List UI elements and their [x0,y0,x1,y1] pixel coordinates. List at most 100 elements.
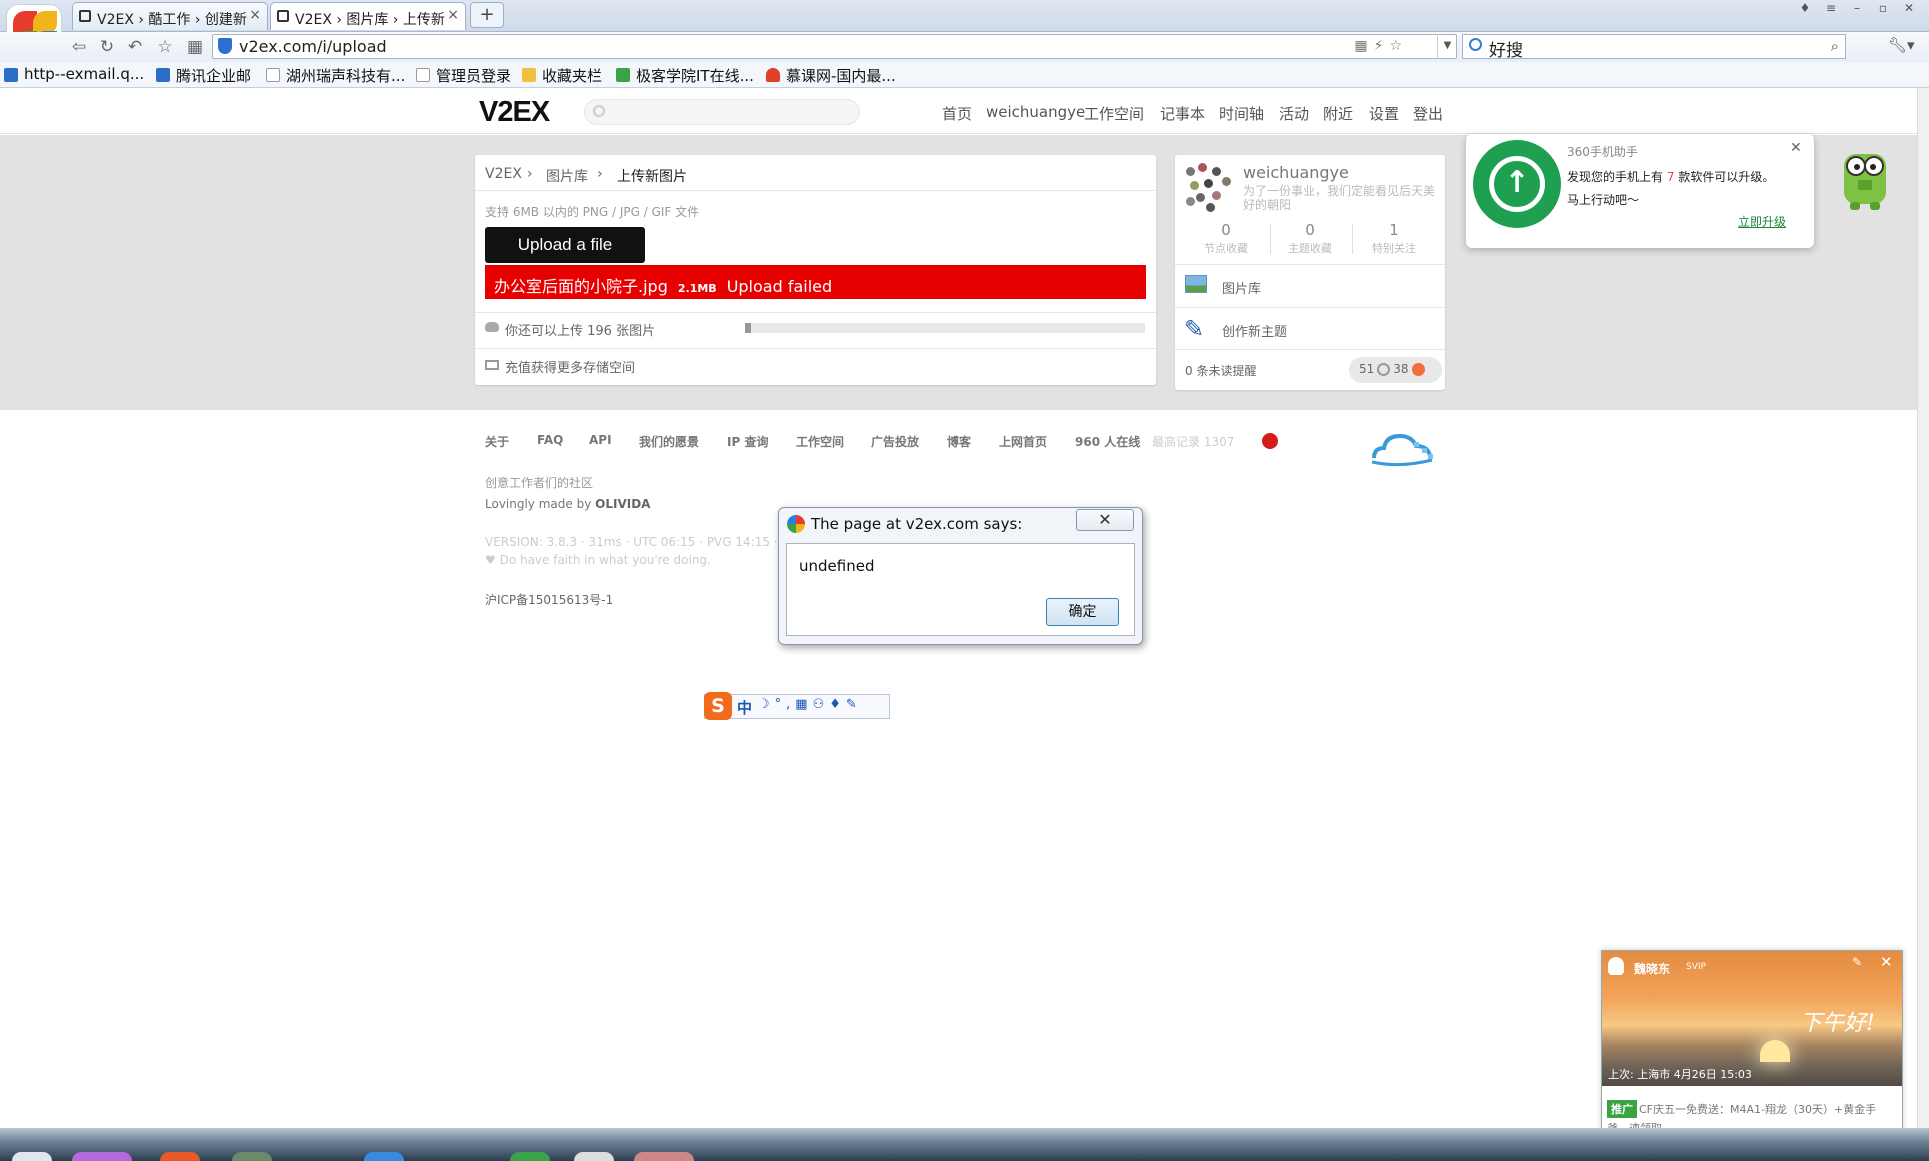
site-logo[interactable]: V2EX [479,96,550,129]
footer-icp[interactable]: 沪ICP备15015613号-1 [485,591,613,608]
close-tab-icon[interactable]: × [447,7,459,23]
maximize-icon[interactable]: ▫ [1870,0,1896,18]
address-dropdown-icon[interactable]: ▼ [1437,34,1457,59]
footer-vision[interactable]: 我们的愿景 [639,433,699,450]
search-icon[interactable]: ⌕ [1831,37,1839,55]
stat-topic-favs[interactable]: 0 [1270,221,1350,239]
page-scrollbar[interactable] [1917,88,1929,1128]
footer-workspace[interactable]: 工作空间 [796,433,844,450]
breadcrumb-section[interactable]: 图片库 [546,166,588,186]
cloud-logo-icon[interactable] [1370,428,1436,468]
footer-about[interactable]: 关于 [485,433,509,450]
close-icon[interactable]: ✕ [1790,140,1802,156]
new-tab-button[interactable]: + [470,2,504,28]
shirt-icon[interactable]: ♦ [1792,0,1818,18]
taskbar-app[interactable] [634,1152,694,1161]
bookmark-favorites-folder[interactable]: 收藏夹栏 [522,65,602,86]
ime-tool-icons[interactable]: ☽°,▦⚇♦✎ [758,697,862,712]
nav-notes[interactable]: 记事本 [1160,103,1205,124]
tab-jobs[interactable]: V2EX › 酷工作 › 创建新 × [72,2,268,30]
upload-file-name: 办公室后面的小院子.jpg [494,277,668,296]
pencil-icon[interactable]: ✎ [1852,955,1862,969]
sidebar-username[interactable]: weichuangye [1243,163,1349,182]
tab-upload[interactable]: V2EX › 图片库 › 上传新 × [270,2,466,30]
footer-author[interactable]: OLIVIDA [595,497,650,511]
footer-blog[interactable]: 博客 [947,433,971,450]
nav-timeline[interactable]: 时间轴 [1219,103,1264,124]
nav-logout[interactable]: 登出 [1413,103,1443,124]
credit-card-icon [485,360,499,370]
divider [1175,264,1445,265]
favorite-star-icon[interactable]: ☆ [154,36,176,58]
upgrade-arrow-icon: ↑ [1473,140,1561,228]
dialog-ok-button[interactable]: 确定 [1046,598,1119,626]
footer-community: 创意工作者们的社区 [485,476,594,490]
taskbar-app[interactable] [574,1152,614,1161]
pencil-icon: ✎ [1184,315,1205,343]
bookmark-tencent-mail[interactable]: 腾讯企业邮 [156,65,251,86]
mascot-icon[interactable] [1838,140,1892,212]
nav-profile[interactable]: weichuangye [986,103,1085,121]
grid-icon[interactable]: ▦ [184,36,206,58]
minimize-icon[interactable]: – [1844,0,1870,18]
close-tab-icon[interactable]: × [249,7,261,23]
popup-message-2: 马上行动吧～ [1567,193,1640,207]
footer-ads[interactable]: 广告投放 [871,433,919,450]
taskbar-app[interactable] [364,1152,404,1161]
sidebar-gallery-link[interactable]: 图片库 [1222,278,1261,297]
footer-ip-lookup[interactable]: IP 查询 [727,433,768,450]
browser-logo-icon [787,515,805,533]
ime-language-toggle[interactable]: 中 [737,697,752,718]
nav-events[interactable]: 活动 [1279,103,1309,124]
back-icon[interactable]: ⇦ [68,36,90,58]
wrench-icon[interactable]: 🔧︎▾ [1888,36,1918,58]
upgrade-now-link[interactable]: 立即升级 [1738,213,1786,230]
footer-record: 最高记录 1307 [1152,435,1235,449]
address-tools-icons[interactable]: ▦⚡☆ [1354,38,1408,54]
footer-api[interactable]: API [589,433,612,447]
bookmark-imooc[interactable]: 慕课网-国内最... [766,65,896,86]
footer-portal[interactable]: 上网首页 [999,433,1047,450]
refresh-icon[interactable]: ↻ [96,36,118,58]
china-flag-icon [1262,433,1278,449]
bookmark-jikexueyuan[interactable]: 极客学院IT在线... [616,65,754,86]
nav-settings[interactable]: 设置 [1369,103,1399,124]
taskbar-app-browser[interactable] [72,1152,132,1161]
dialog-close-button[interactable]: ✕ [1076,509,1134,531]
sidebar-create-topic-link[interactable]: 创作新主题 [1222,321,1287,340]
close-icon[interactable]: ✕ [1880,953,1893,971]
avatar[interactable] [1184,163,1234,213]
bookmark-exmail[interactable]: http--exmail.q... [4,65,144,83]
site-search-input[interactable] [584,99,860,125]
balance-badge[interactable]: 51 38 [1349,357,1442,383]
search-input[interactable]: 好搜 ⌕ [1462,34,1846,61]
upload-file-button[interactable]: Upload a file [485,227,645,263]
taskbar-app[interactable] [510,1152,550,1161]
bookmark-admin-login[interactable]: 管理员登录 [416,65,511,86]
search-engine-icon [1469,38,1482,51]
stat-node-favs[interactable]: 0 [1186,221,1266,239]
address-bar[interactable]: v2ex.com/i/upload ▦⚡☆ [212,34,1457,59]
divider [1352,224,1353,254]
divider [475,190,1156,191]
nav-workspace[interactable]: 工作空间 [1084,103,1144,124]
nav-nearby[interactable]: 附近 [1323,103,1353,124]
footer-online-count[interactable]: 960 人在线 [1075,433,1140,450]
breadcrumb-current: 上传新图片 [617,169,687,185]
stat-topic-favs-label: 主题收藏 [1288,242,1332,255]
start-button[interactable] [12,1152,52,1161]
recharge-link[interactable]: 充值获得更多存储空间 [505,357,635,376]
sogou-logo-icon[interactable]: S [704,692,732,720]
notifications-link[interactable]: 0 条未读提醒 [1185,362,1256,379]
close-window-icon[interactable]: ✕ [1896,0,1922,18]
taskbar-app[interactable] [160,1152,200,1161]
bookmark-huzhou[interactable]: 湖州瑞声科技有... [266,65,405,86]
footer-faq[interactable]: FAQ [537,433,563,447]
stat-following[interactable]: 1 [1354,221,1434,239]
menu-icon[interactable]: ≡ [1818,0,1844,18]
undo-icon[interactable]: ↶ [124,36,146,58]
taskbar-app[interactable] [232,1152,272,1161]
breadcrumb-root[interactable]: V2EX [485,166,522,182]
nav-home[interactable]: 首页 [942,103,972,124]
quota-progress-bar [745,323,1145,333]
